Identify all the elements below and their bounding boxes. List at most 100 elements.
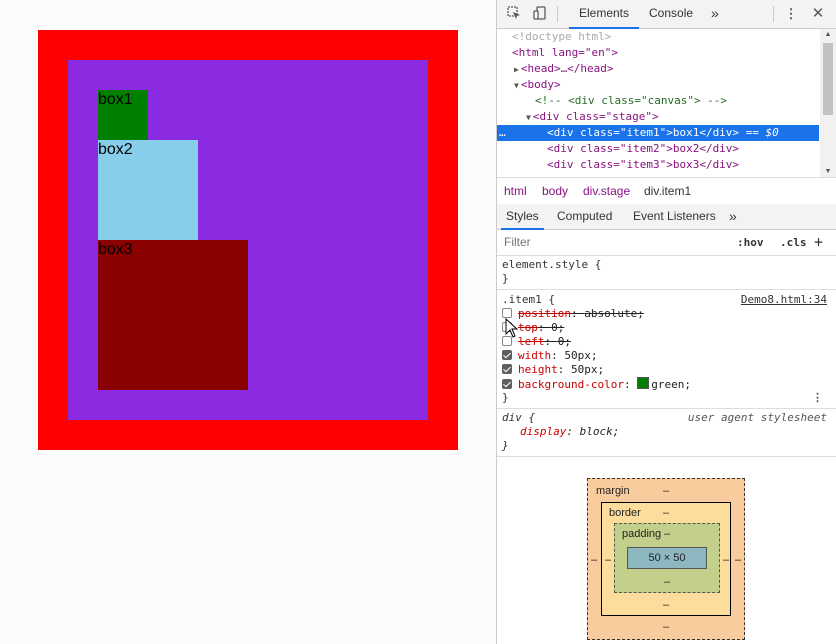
decl-background-color-checkbox[interactable]	[502, 379, 512, 389]
head-tag-text: <head>…</head>	[520, 62, 614, 75]
item3-tag-text: <div class="item3">box3</div>	[547, 158, 740, 171]
breadcrumb: html body div.stage div.item1	[497, 177, 836, 205]
padding-label: padding	[622, 528, 662, 540]
decl-left-prop[interactable]: left	[518, 335, 545, 348]
margin-bottom-value[interactable]: –	[663, 621, 669, 633]
box-model-border[interactable]: border – – – – padding – – 50 × 50	[601, 502, 731, 616]
decl-position-value[interactable]: absolute;	[584, 307, 644, 320]
dom-line-item1-selected[interactable]: … <div class="item1">box1</div> == $0	[497, 125, 819, 141]
border-label: border	[609, 507, 641, 519]
item1-ref-text: == $0	[745, 126, 779, 139]
dom-line-item2[interactable]: <div class="item2">box2</div>	[497, 141, 819, 157]
breadcrumb-div-item1[interactable]: div.item1	[644, 178, 691, 204]
hov-button[interactable]: :hov	[737, 230, 764, 255]
box1: box1	[98, 90, 148, 140]
styles-rules: element.style { } .item1 { Demo8.html:34…	[497, 256, 836, 457]
decl-width-checkbox[interactable]	[502, 350, 512, 360]
close-icon[interactable]: ✕	[810, 6, 826, 22]
ua-rule-header: div { user agent stylesheet	[502, 411, 831, 425]
decl-width-value[interactable]: 50px;	[564, 349, 597, 362]
decl-left: left: 0;	[502, 335, 831, 349]
dom-line-head[interactable]: ▶ <head>…</head>	[497, 61, 819, 77]
border-bottom-value[interactable]: –	[663, 599, 669, 611]
ua-display-value: block;	[579, 425, 620, 438]
styles-filter-bar: Filter :hov .cls +	[497, 230, 836, 256]
more-tabs-button[interactable]: »	[711, 0, 719, 27]
dom-scrollbar[interactable]: ▲ ▼	[820, 29, 836, 177]
decl-position-checkbox[interactable]	[502, 308, 512, 318]
collapse-arrow-icon[interactable]: ▼	[514, 81, 519, 90]
comment-text: <!-- <div class="canvas"> -->	[535, 94, 728, 107]
tab-elements[interactable]: Elements	[569, 0, 639, 29]
padding-top-value[interactable]: –	[664, 528, 670, 540]
cls-button[interactable]: .cls	[780, 230, 807, 255]
box3: box3	[98, 240, 248, 390]
box-model-content[interactable]: 50 × 50	[627, 547, 707, 569]
dom-line-doctype[interactable]: <!doctype html>	[497, 29, 819, 45]
scrollbar-thumb[interactable]	[823, 43, 833, 115]
decl-height-checkbox[interactable]	[502, 364, 512, 374]
color-swatch-icon[interactable]	[637, 377, 650, 389]
box2: box2	[98, 140, 198, 240]
decl-width-prop[interactable]: width	[518, 349, 551, 362]
decl-background-color-value[interactable]: green;	[651, 378, 691, 391]
margin-top-value[interactable]: –	[663, 485, 669, 497]
box-model-padding[interactable]: padding – – 50 × 50	[614, 523, 720, 593]
element-style-rule: element.style { }	[497, 256, 836, 290]
margin-right-value[interactable]: –	[735, 554, 741, 566]
breadcrumb-html[interactable]: html	[504, 178, 527, 204]
decl-top-prop[interactable]: top	[518, 321, 538, 334]
decl-height-prop[interactable]: height	[518, 363, 558, 376]
toolbar-separator-right	[773, 6, 774, 22]
padding-bottom-value[interactable]: –	[664, 576, 670, 588]
decl-width: width: 50px;	[502, 349, 831, 363]
tab-computed[interactable]: Computed	[557, 204, 612, 228]
element-style-close: }	[502, 272, 509, 285]
item1-source-link[interactable]: Demo8.html:34	[741, 293, 827, 307]
item1-selector[interactable]: .item1 {	[502, 293, 555, 306]
dom-line-html[interactable]: <html lang="en">	[497, 45, 819, 61]
ellipsis-icon[interactable]: …	[499, 125, 506, 141]
border-top-value[interactable]: –	[663, 507, 669, 519]
rule-menu-icon[interactable]: ⋮	[812, 391, 823, 405]
scroll-up-icon[interactable]: ▲	[820, 31, 836, 38]
breadcrumb-body[interactable]: body	[542, 178, 568, 204]
kebab-menu-icon[interactable]: ⋮	[783, 6, 799, 22]
tab-event-listeners[interactable]: Event Listeners	[633, 204, 716, 228]
dom-line-item3[interactable]: <div class="item3">box3</div>	[497, 157, 819, 173]
item2-tag-text: <div class="item2">box2</div>	[547, 142, 740, 155]
border-left-value[interactable]: –	[605, 554, 611, 566]
element-style-selector[interactable]: element.style {	[502, 258, 831, 272]
device-toolbar-icon[interactable]	[532, 6, 548, 22]
decl-top-value[interactable]: 0;	[551, 321, 564, 334]
decl-top: top: 0;	[502, 321, 831, 335]
dom-line-comment[interactable]: <!-- <div class="canvas"> -->	[497, 93, 819, 109]
new-rule-button[interactable]: +	[814, 230, 823, 255]
scroll-down-icon[interactable]: ▼	[820, 168, 836, 175]
decl-left-value[interactable]: 0;	[558, 335, 571, 348]
item1-rule: .item1 { Demo8.html:34 position: absolut…	[497, 290, 836, 409]
dom-line-body[interactable]: ▼ <body>	[497, 77, 819, 93]
item1-rule-footer: } ⋮	[502, 391, 831, 405]
decl-position-prop[interactable]: position	[518, 307, 571, 320]
more-subtabs-button[interactable]: »	[729, 204, 737, 228]
box-model-margin[interactable]: margin – – – – border – – – – padding – …	[587, 478, 745, 640]
tab-console[interactable]: Console	[649, 0, 693, 27]
decl-background-color-prop[interactable]: background-color	[518, 378, 624, 391]
decl-height-value[interactable]: 50px;	[571, 363, 604, 376]
tab-styles[interactable]: Styles	[501, 204, 544, 230]
item1-rule-header: .item1 { Demo8.html:34	[502, 293, 831, 307]
expand-arrow-icon[interactable]: ▶	[514, 65, 519, 74]
dom-line-stage[interactable]: ▼ <div class="stage">	[497, 109, 819, 125]
devtools-panel: Elements Console » ⋮ ✕ <!doctype html> <…	[496, 0, 836, 644]
devtools-toolbar: Elements Console » ⋮ ✕	[497, 0, 836, 29]
breadcrumb-div-stage[interactable]: div.stage	[583, 178, 630, 204]
margin-left-value[interactable]: –	[591, 554, 597, 566]
collapse-arrow-icon[interactable]: ▼	[526, 113, 531, 122]
filter-input[interactable]: Filter	[504, 230, 531, 255]
item1-rule-close: }	[502, 391, 509, 404]
toolbar-separator	[557, 6, 558, 22]
border-right-value[interactable]: –	[723, 554, 729, 566]
inspect-element-icon[interactable]	[506, 6, 522, 22]
decl-background-color: background-color: green;	[502, 377, 831, 391]
